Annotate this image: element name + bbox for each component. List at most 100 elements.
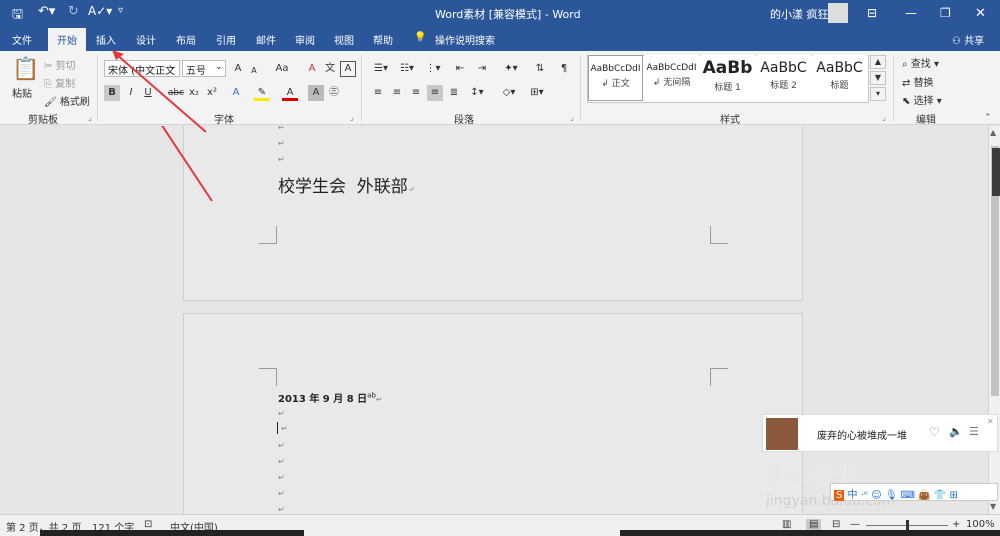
side-widget[interactable] [992, 148, 1000, 196]
lightbulb-icon: 💡 [414, 32, 427, 43]
format-painter-label: 格式刷 [59, 97, 90, 108]
cut-button[interactable]: ✂ 剪切 [44, 57, 76, 72]
date-line: 2013 年 9 月 8 日ab↵ [278, 390, 383, 405]
proofing-icon[interactable]: ⊡ [144, 519, 152, 530]
char-border-button[interactable]: A [340, 61, 356, 77]
sort-button[interactable]: ⇅ [532, 61, 548, 77]
style-preview: AaBbCcDdI [590, 64, 641, 74]
date-text: 2013 年 9 月 8 日 [278, 394, 368, 405]
close-icon[interactable]: ✕ [987, 417, 994, 426]
tab-design[interactable]: 设计 [136, 32, 156, 47]
font-color-button[interactable]: A [282, 85, 298, 101]
copy-button[interactable]: ⎘ 复制 [44, 75, 75, 90]
tab-mailings[interactable]: 邮件 [256, 32, 276, 47]
select-button[interactable]: ⬉ 选择 ▾ [902, 92, 942, 107]
close-icon[interactable]: ✕ [975, 6, 986, 21]
replace-button[interactable]: ⇄ 替换 [902, 74, 934, 89]
tab-view[interactable]: 视图 [334, 32, 354, 47]
undo-icon[interactable]: ↶▾ [38, 4, 55, 19]
dialog-launcher-icon[interactable]: ⌟ [88, 113, 92, 122]
style-heading-2[interactable]: AaBbC 标题 2 [756, 55, 811, 101]
margin-corner [710, 226, 728, 244]
share-button[interactable]: ⚇ 共享 [952, 32, 984, 47]
web-layout-icon[interactable]: ⊟ [832, 519, 840, 530]
align-center-button[interactable]: ≡ [389, 85, 405, 101]
volume-icon[interactable]: 🔈 [949, 425, 963, 438]
dialog-launcher-icon[interactable]: ⌟ [350, 113, 354, 122]
divider [893, 55, 894, 121]
line-spacing-button[interactable]: ↕▾ [466, 85, 488, 101]
page [183, 126, 803, 301]
ribbon-display-icon[interactable]: ⊟ [867, 6, 877, 20]
title-bar: 🖫 ↶▾ ↻ A✓▾ ▿ Word素材 [兼容模式] - Word 的小漾 疯狂… [0, 0, 1000, 28]
style-heading-1[interactable]: AaBb 标题 1 [700, 55, 755, 101]
shrink-font-button[interactable]: A [246, 63, 262, 79]
tab-review[interactable]: 审阅 [295, 32, 315, 47]
style-normal[interactable]: AaBbCcDdI ↲ 正文 [588, 55, 643, 101]
ime-toolbar[interactable]: S 中 ·ᵒ ☺ 🎙 ⌨ 👜 👕 ⊞ [830, 483, 998, 501]
restore-icon[interactable]: ❐ [940, 6, 951, 20]
multilevel-list-button[interactable]: ⋮▾ [422, 61, 444, 77]
print-layout-icon[interactable]: ▤ [806, 519, 822, 530]
zoom-in-icon[interactable]: + [952, 519, 960, 530]
distributed-button[interactable]: ≣ [446, 85, 462, 101]
spelling-icon[interactable]: A✓▾ [88, 4, 112, 18]
justify-button[interactable]: ≡ [427, 85, 443, 101]
playlist-icon[interactable]: ☰ [969, 425, 979, 438]
increase-indent-button[interactable]: ⇥ [474, 61, 490, 77]
bullets-button[interactable]: ☰▾ [370, 61, 392, 77]
customize-qat-icon[interactable]: ▿ [118, 5, 123, 16]
borders-button[interactable]: ⊞▾ [526, 85, 548, 101]
heart-icon[interactable]: ♡ [929, 425, 940, 439]
taskbar-strip [40, 530, 304, 536]
gallery-more-icon[interactable]: ▾ [870, 87, 886, 101]
save-icon[interactable]: 🖫 [12, 5, 23, 27]
annotation-arrow [112, 50, 207, 133]
music-player[interactable]: 废弃的心被堆成一堆 ♡ 🔈 ☰ ✕ [762, 414, 998, 452]
redo-icon[interactable]: ↻ [68, 4, 79, 19]
paste-button[interactable]: 📋 粘贴 [8, 55, 40, 105]
zoom-level[interactable]: 100% [966, 519, 995, 530]
tell-me-search[interactable]: 操作说明搜索 [435, 32, 495, 47]
format-painter-button[interactable]: 🖌 格式刷 [44, 93, 90, 108]
chinese-layout-button[interactable]: ✦▾ [500, 61, 522, 77]
tab-help[interactable]: 帮助 [373, 32, 393, 47]
zoom-out-icon[interactable]: — [850, 519, 860, 530]
align-left-button[interactable]: ≡ [370, 85, 386, 101]
change-case-button[interactable]: Aa [270, 61, 294, 77]
dialog-launcher-icon[interactable]: ⌟ [882, 113, 886, 122]
tab-home[interactable]: 开始 [48, 28, 86, 51]
gallery-down-icon[interactable]: ▼ [870, 71, 886, 85]
watermark: Bai经验 jingyan.baidu.com S 中 ·ᵒ ☺ 🎙 ⌨ 👜 👕… [760, 455, 1000, 515]
shading-button[interactable]: ◇▾ [498, 85, 520, 101]
cut-label: 剪切 [55, 61, 76, 72]
avatar[interactable] [828, 3, 848, 23]
show-marks-button[interactable]: ¶ [556, 61, 572, 77]
dialog-launcher-icon[interactable]: ⌟ [570, 113, 574, 122]
grow-font-button[interactable]: A [230, 61, 246, 77]
numbering-button[interactable]: ☷▾ [396, 61, 418, 77]
read-mode-icon[interactable]: ▥ [782, 519, 791, 530]
tab-layout[interactable]: 布局 [176, 32, 196, 47]
style-no-spacing[interactable]: AaBbCcDdI ↲ 无间隔 [644, 55, 699, 101]
collapse-ribbon-icon[interactable]: ⌃ [984, 113, 992, 123]
decrease-indent-button[interactable]: ⇤ [452, 61, 468, 77]
tab-references[interactable]: 引用 [216, 32, 236, 47]
gallery-up-icon[interactable]: ▲ [870, 55, 886, 69]
find-button[interactable]: ⌕ 查找 ▾ [902, 55, 939, 70]
highlight-button[interactable]: ✎ [254, 85, 270, 101]
minimize-icon[interactable]: — [905, 6, 917, 20]
char-shading-button[interactable]: A [308, 85, 324, 101]
align-right-button[interactable]: ≡ [408, 85, 424, 101]
paste-label: 粘贴 [12, 89, 32, 100]
tab-file[interactable]: 文件 [12, 32, 32, 47]
tab-insert[interactable]: 插入 [96, 32, 116, 47]
phonetic-guide-button[interactable]: 文 [322, 61, 338, 77]
style-title[interactable]: AaBbC 标题 [812, 55, 867, 101]
user-name[interactable]: 的小漾 疯狂 [770, 6, 829, 22]
text-effects-button[interactable]: A [228, 85, 244, 101]
taskbar-strip [620, 530, 1000, 536]
scroll-up-icon[interactable]: ▲ [990, 128, 996, 137]
clear-format-button[interactable]: A [304, 61, 320, 77]
enclose-char-button[interactable]: ㊂ [326, 85, 342, 101]
